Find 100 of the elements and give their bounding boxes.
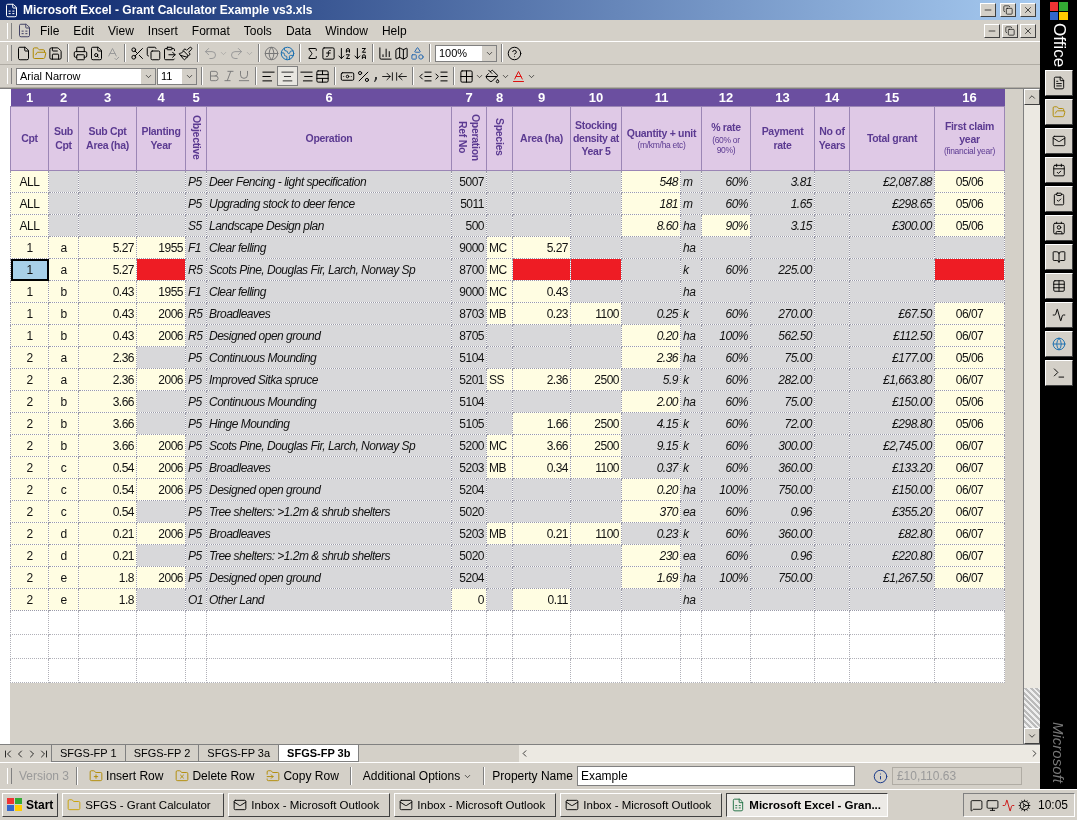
autosum-icon[interactable] bbox=[305, 45, 320, 61]
table-cell[interactable]: 1 bbox=[10, 258, 49, 281]
help-icon[interactable] bbox=[507, 45, 522, 61]
info-icon[interactable] bbox=[872, 768, 888, 784]
font-size-dropdown[interactable]: 11 bbox=[157, 67, 197, 85]
globe-icon[interactable] bbox=[264, 45, 279, 61]
menu-item[interactable]: View bbox=[102, 21, 140, 40]
office-button[interactable] bbox=[1044, 99, 1073, 126]
additional-options-button[interactable]: Additional Options bbox=[358, 767, 477, 785]
office-button[interactable] bbox=[1044, 273, 1073, 300]
vertical-scrollbar[interactable] bbox=[1023, 89, 1040, 744]
office-button[interactable] bbox=[1044, 331, 1073, 358]
first-sheet-icon[interactable] bbox=[2, 747, 14, 760]
chart-icon[interactable] bbox=[378, 45, 393, 61]
office-button[interactable] bbox=[1044, 244, 1073, 271]
table-cell: k bbox=[680, 258, 702, 281]
table-cell: Scots Pine, Douglas Fir, Larch, Norway Sp bbox=[206, 258, 452, 281]
office-button[interactable] bbox=[1044, 215, 1073, 242]
table-cell: Continuous Mounding bbox=[206, 346, 452, 369]
table-cell bbox=[570, 478, 622, 501]
scroll-down-icon[interactable] bbox=[1027, 731, 1037, 741]
taskbar-button[interactable]: Microsoft Excel - Gran... bbox=[726, 793, 889, 817]
office-button[interactable] bbox=[1044, 302, 1073, 329]
menu-item[interactable]: Format bbox=[185, 21, 236, 40]
taskbar-button[interactable]: Inbox - Microsoft Outlook bbox=[394, 793, 557, 817]
scroll-up-icon[interactable] bbox=[1027, 92, 1037, 102]
property-name-field[interactable]: Example bbox=[576, 766, 855, 786]
menu-item[interactable]: Window bbox=[319, 21, 374, 40]
mail-icon[interactable] bbox=[1051, 134, 1066, 149]
font-dropdown[interactable]: Arial Narrow bbox=[16, 67, 156, 85]
taskbar-button[interactable]: Inbox - Microsoft Outlook bbox=[228, 793, 391, 817]
table-cell bbox=[136, 588, 186, 611]
align-left-icon[interactable] bbox=[261, 68, 276, 84]
paste-icon[interactable] bbox=[162, 45, 177, 61]
font-color-icon[interactable] bbox=[511, 68, 526, 84]
table-cell: 2500 bbox=[570, 434, 622, 457]
table-cell: £133.20 bbox=[849, 456, 935, 479]
terminal-icon[interactable] bbox=[1051, 366, 1066, 381]
decrease-indent-icon[interactable] bbox=[418, 68, 433, 84]
office-button[interactable] bbox=[1044, 157, 1073, 184]
cut-icon[interactable] bbox=[130, 45, 145, 61]
globe-icon[interactable] bbox=[280, 45, 295, 61]
print-preview-icon[interactable] bbox=[89, 45, 104, 61]
format-painter-icon[interactable] bbox=[178, 45, 193, 61]
sort-descending-icon[interactable] bbox=[353, 45, 368, 61]
save-icon[interactable] bbox=[48, 45, 63, 61]
office-button[interactable] bbox=[1044, 70, 1073, 97]
task-icon[interactable] bbox=[1051, 192, 1066, 207]
calendar-icon[interactable] bbox=[1051, 163, 1066, 178]
sheet-tab[interactable]: SFGS-FP 1 bbox=[51, 745, 126, 762]
menu-item[interactable]: File bbox=[34, 21, 66, 40]
function-icon[interactable] bbox=[321, 45, 336, 61]
row-action-button[interactable]: Insert Row bbox=[85, 767, 168, 785]
table-cell: 60% bbox=[701, 544, 751, 567]
menu-item[interactable]: Tools bbox=[237, 21, 278, 40]
sort-ascending-icon[interactable] bbox=[337, 45, 352, 61]
office-button[interactable] bbox=[1044, 360, 1073, 387]
table-icon[interactable] bbox=[1051, 279, 1066, 294]
workbook-icon[interactable] bbox=[17, 23, 32, 38]
monitor-icon[interactable] bbox=[985, 798, 999, 812]
table-cell: ALL bbox=[10, 192, 49, 215]
percent-icon[interactable] bbox=[356, 68, 371, 84]
office-button[interactable] bbox=[1044, 186, 1073, 213]
taskbar-button[interactable]: Inbox - Microsoft Outlook bbox=[560, 793, 723, 817]
borders-icon[interactable] bbox=[459, 68, 474, 84]
print-icon[interactable] bbox=[73, 45, 88, 61]
table-cell: k bbox=[680, 368, 702, 391]
horizontal-scrollbar[interactable] bbox=[519, 745, 1040, 762]
underline-icon[interactable] bbox=[237, 69, 251, 83]
table-cell bbox=[701, 280, 751, 303]
align-right-icon[interactable] bbox=[299, 68, 314, 84]
row-action-button[interactable]: Delete Row bbox=[171, 767, 259, 785]
increase-indent-icon[interactable] bbox=[434, 68, 449, 84]
bold-icon[interactable] bbox=[207, 69, 221, 83]
table-cell: P5 bbox=[185, 456, 207, 479]
start-button[interactable]: Start bbox=[2, 793, 59, 817]
menu-item[interactable]: Help bbox=[375, 21, 413, 40]
contact-icon[interactable] bbox=[1051, 221, 1066, 236]
book-icon[interactable] bbox=[1051, 250, 1066, 265]
document-icon[interactable] bbox=[1051, 76, 1066, 91]
new-file-icon[interactable] bbox=[16, 45, 31, 61]
last-sheet-icon[interactable] bbox=[38, 747, 50, 760]
merge-cells-icon[interactable] bbox=[315, 68, 330, 84]
gear-icon[interactable] bbox=[1017, 798, 1031, 812]
increase-decimal-icon[interactable] bbox=[381, 69, 394, 83]
menu-item[interactable]: Edit bbox=[67, 21, 101, 40]
office-logo-icon[interactable] bbox=[1049, 2, 1068, 20]
menu-item[interactable]: Data bbox=[279, 21, 318, 40]
map-icon[interactable] bbox=[394, 45, 409, 61]
office-button[interactable] bbox=[1044, 128, 1073, 155]
scroll-thumb[interactable] bbox=[1024, 688, 1040, 728]
zoom-dropdown[interactable]: 100% bbox=[435, 44, 497, 62]
sheet-tab[interactable]: SFGS-FP 3b bbox=[278, 745, 360, 762]
decrease-decimal-icon[interactable] bbox=[395, 69, 408, 83]
row-action-button[interactable]: Copy Row bbox=[262, 767, 343, 785]
menu-item[interactable]: Insert bbox=[141, 21, 184, 40]
taskbar-button[interactable]: SFGS - Grant Calculator bbox=[62, 793, 225, 817]
copy-icon[interactable] bbox=[146, 45, 161, 61]
fill-color-icon[interactable] bbox=[485, 68, 500, 84]
chat-icon[interactable] bbox=[969, 798, 983, 812]
